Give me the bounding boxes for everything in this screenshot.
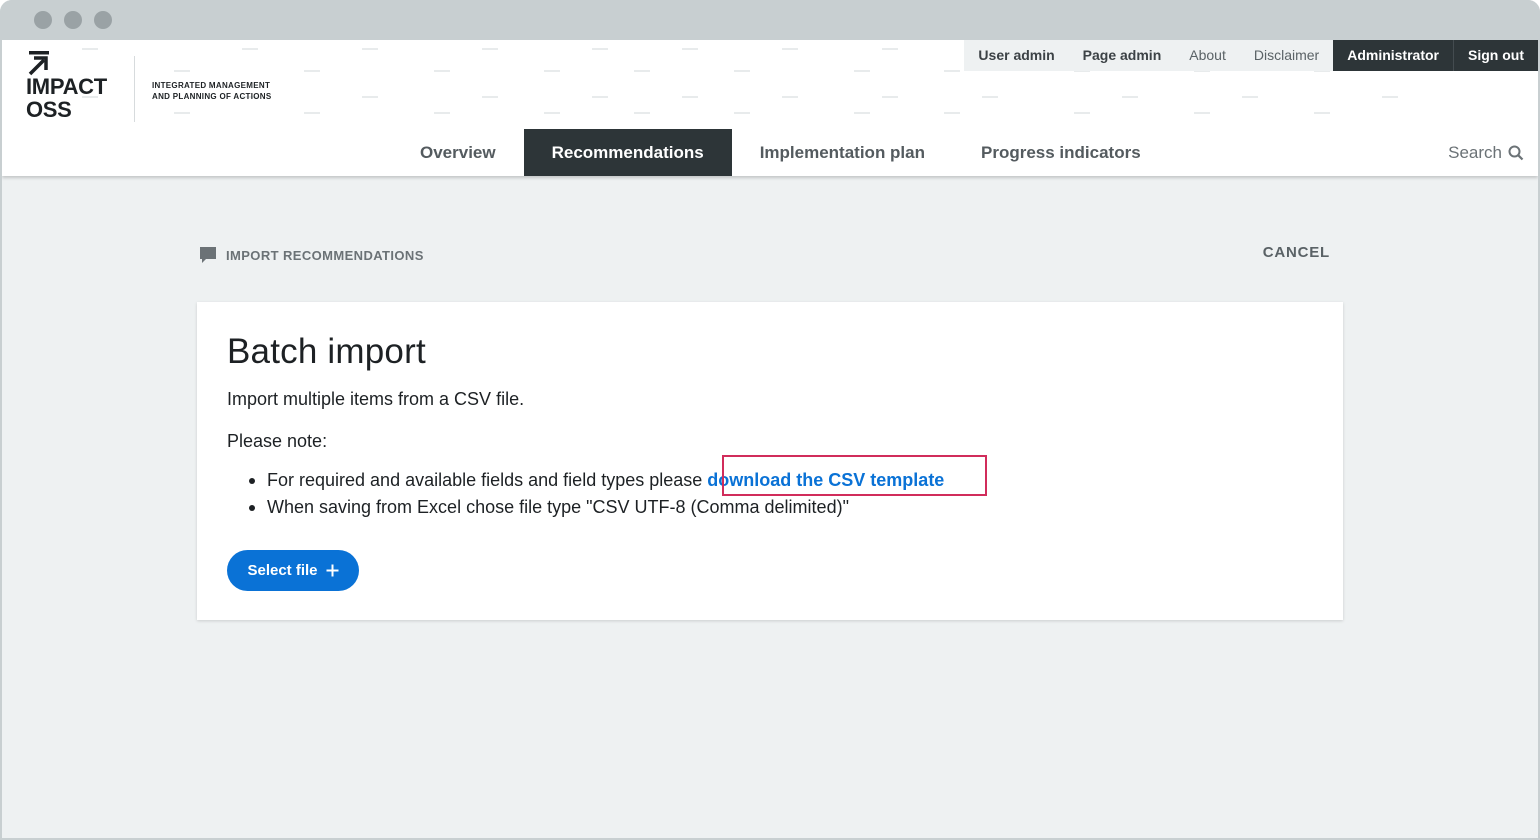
pattern-dash [434,70,450,72]
logo-line2: OSS [26,97,72,122]
section-title: IMPORT RECOMMENDATIONS [226,247,424,263]
tagline-line2: AND PLANNING OF ACTIONS [152,92,272,101]
pattern-dash [362,48,378,50]
select-file-button[interactable]: Select file [227,550,359,591]
pattern-dash [782,96,798,98]
pattern-dash [682,96,698,98]
pattern-dash [242,48,258,50]
window-minimize-dot[interactable] [64,11,82,29]
top-navigation: User admin Page admin About Disclaimer A… [964,40,1538,71]
page-viewport: IMPACT OSS INTEGRATED MANAGEMENT AND PLA… [2,40,1538,838]
topnav-administrator[interactable]: Administrator [1333,40,1453,71]
logo-line1: IMPACT [26,74,107,99]
pattern-dash [1074,112,1090,114]
tab-progress-indicators[interactable]: Progress indicators [953,129,1169,176]
main-navigation: Overview Recommendations Implementation … [392,129,1169,176]
pattern-dash [482,96,498,98]
pattern-dash [434,112,450,114]
pattern-dash [944,70,960,72]
window-maximize-dot[interactable] [94,11,112,29]
pattern-dash [592,48,608,50]
topnav-disclaimer[interactable]: Disclaimer [1239,40,1334,71]
tab-recommendations[interactable]: Recommendations [523,129,732,176]
search-label: Search [1448,143,1502,162]
browser-window: IMPACT OSS INTEGRATED MANAGEMENT AND PLA… [0,0,1540,840]
logo-tagline: INTEGRATED MANAGEMENT AND PLANNING OF AC… [152,80,272,102]
bullet2-text: When saving from Excel chose file type "… [267,497,849,517]
pattern-dash [944,112,960,114]
search-icon [1508,145,1524,160]
pattern-dash [1242,96,1258,98]
pattern-dash [782,48,798,50]
pattern-dash [362,96,378,98]
pattern-dash [544,70,560,72]
pattern-dash [482,48,498,50]
pattern-dash [174,112,190,114]
bullet1-text: For required and available fields and fi… [267,470,703,490]
pattern-dash [634,70,650,72]
link-highlight-box [722,455,987,496]
page-title: Batch import [227,332,426,371]
pattern-dash [174,70,190,72]
tagline-line1: INTEGRATED MANAGEMENT [152,81,271,90]
pattern-dash [982,96,998,98]
section-label: IMPORT RECOMMENDATIONS [198,244,424,266]
pattern-dash [854,112,870,114]
pattern-dash [882,96,898,98]
pattern-dash [734,112,750,114]
batch-import-card: Batch import Import multiple items from … [197,302,1343,620]
plus-icon [326,564,339,577]
pattern-dash [1122,96,1138,98]
pattern-dash [1314,112,1330,114]
pattern-dash [544,112,560,114]
intro-text: Import multiple items from a CSV file. [227,389,525,409]
search-button[interactable]: Search [1448,129,1524,176]
pattern-dash [304,112,320,114]
pattern-dash [734,70,750,72]
logo-divider [134,56,135,122]
site-header: IMPACT OSS INTEGRATED MANAGEMENT AND PLA… [2,40,1538,176]
site-logo[interactable]: IMPACT OSS [24,50,134,125]
tab-overview[interactable]: Overview [392,129,524,176]
note-heading: Please note: [227,431,328,451]
topnav-sign-out[interactable]: Sign out [1454,40,1538,71]
topnav-about[interactable]: About [1175,40,1240,71]
logo-arrow-icon [28,51,49,76]
window-close-dot[interactable] [34,11,52,29]
cancel-button[interactable]: CANCEL [1263,244,1330,261]
pattern-dash [304,70,320,72]
pattern-dash [1194,112,1210,114]
select-file-label: Select file [247,562,318,579]
pattern-dash [1382,96,1398,98]
pattern-dash [882,48,898,50]
pattern-dash [854,70,870,72]
window-titlebar [0,0,1540,40]
list-item: When saving from Excel chose file type "… [249,494,944,521]
pattern-dash [592,96,608,98]
pattern-dash [682,48,698,50]
pattern-dash [634,112,650,114]
speech-bubble-icon [200,247,216,263]
topnav-user-admin[interactable]: User admin [964,40,1069,71]
topnav-page-admin[interactable]: Page admin [1068,40,1176,71]
logo-wordmark: IMPACT OSS [26,75,107,121]
tab-implementation-plan[interactable]: Implementation plan [732,129,953,176]
